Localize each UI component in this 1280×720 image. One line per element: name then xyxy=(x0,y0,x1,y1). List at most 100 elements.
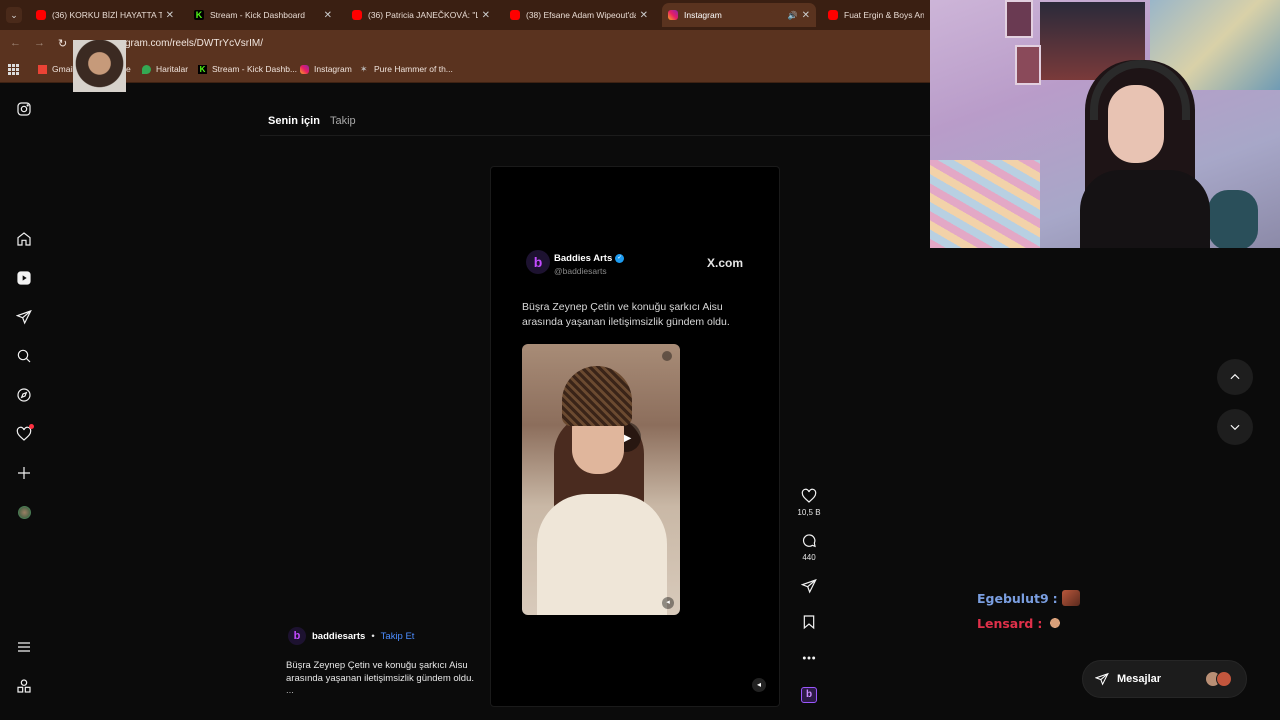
like-button[interactable]: 10,5 B xyxy=(796,488,822,517)
hammer-icon: ✶ xyxy=(360,63,368,74)
reels-icon[interactable] xyxy=(16,270,32,286)
tab-title: (38) Efsane Adam Wipeout'dan xyxy=(526,10,636,20)
tab-title: Instagram xyxy=(684,10,722,20)
media-volume-icon: ◂ xyxy=(662,597,674,609)
streamer-facecam xyxy=(930,0,1280,248)
tab-following[interactable]: Takip xyxy=(330,115,356,127)
send-icon xyxy=(1095,672,1109,686)
url-field[interactable]: gram.com/reels/DWTrYcVsrIM/ xyxy=(125,38,263,49)
maps-icon xyxy=(142,64,151,74)
search-icon[interactable] xyxy=(16,348,32,364)
bookmark-kick[interactable]: K Stream - Kick Dashb... xyxy=(198,64,297,74)
more-options-button[interactable] xyxy=(796,650,822,669)
more-menu-icon[interactable] xyxy=(16,639,32,655)
bookmark-label: Stream - Kick Dashb... xyxy=(212,64,298,74)
tweet-author-name: Baddies Arts ✓ xyxy=(554,253,625,264)
close-tab-icon[interactable]: ✕ xyxy=(482,10,490,21)
audio-account-thumbnail[interactable]: b xyxy=(801,687,817,703)
tweet-video-thumbnail xyxy=(522,344,680,615)
instagram-logo-icon[interactable] xyxy=(16,101,32,117)
chat-username: Lensard xyxy=(977,615,1034,631)
author-username[interactable]: baddiesarts xyxy=(312,631,365,642)
tab-title: (36) Patricia JANEČKOVÁ: "Les c xyxy=(368,10,478,20)
message-avatars xyxy=(1205,671,1232,687)
youtube-icon xyxy=(352,10,362,20)
instagram-icon xyxy=(300,64,309,74)
bookmark-maps[interactable]: Haritalar xyxy=(142,64,188,74)
previous-reel-button[interactable] xyxy=(1217,359,1253,395)
tab-search-button[interactable]: ⌄ xyxy=(6,7,22,23)
bookmark-e[interactable]: e xyxy=(126,64,131,74)
notifications-heart-icon[interactable] xyxy=(16,424,34,442)
youtube-icon xyxy=(36,10,46,20)
verified-badge-icon: ✓ xyxy=(615,254,625,263)
direct-messages-icon[interactable] xyxy=(16,309,32,325)
tab-kick-dashboard[interactable]: K Stream - Kick Dashboard ✕ xyxy=(188,3,338,27)
tab-korku[interactable]: (36) KORKU BİZİ HAYATTA TUTA ✕ xyxy=(30,3,180,27)
apps-grid-icon[interactable] xyxy=(8,64,19,75)
caption-more-button[interactable]: ... xyxy=(286,685,294,696)
caption-header: b baddiesarts • Takip Et xyxy=(288,627,414,645)
bookmark-label: Haritalar xyxy=(156,64,189,74)
next-reel-button[interactable] xyxy=(1217,409,1253,445)
author-avatar[interactable]: b xyxy=(288,627,306,645)
bookmark-label: Gmail xyxy=(52,64,75,74)
kick-icon: K xyxy=(198,64,207,74)
back-icon[interactable]: ← xyxy=(10,37,21,49)
bookmark-label: Pure Hammer of th... xyxy=(374,64,453,74)
small-facecam-overlay xyxy=(73,40,126,92)
bookmark-label: e xyxy=(126,64,131,74)
chat-separator: : xyxy=(1037,615,1043,631)
profile-avatar[interactable] xyxy=(16,504,32,520)
meta-apps-icon[interactable] xyxy=(16,678,32,694)
explore-icon[interactable] xyxy=(16,387,32,403)
youtube-icon xyxy=(510,10,520,20)
follow-button[interactable]: Takip Et xyxy=(381,631,415,642)
bookmark-gmail[interactable]: Gmail xyxy=(38,64,74,74)
mute-toggle-icon[interactable]: ◂ xyxy=(752,678,766,692)
comment-button[interactable]: 440 xyxy=(796,533,822,562)
messages-button[interactable]: Mesajlar xyxy=(1082,660,1247,698)
save-button[interactable] xyxy=(796,614,822,633)
tweet-text: Büşra Zeynep Çetin ve konuğu şarkıcı Ais… xyxy=(522,301,730,328)
instagram-icon xyxy=(668,10,678,20)
chevron-down-icon xyxy=(1230,424,1240,431)
close-tab-icon[interactable]: ✕ xyxy=(324,10,332,21)
tab-patricia[interactable]: (36) Patricia JANEČKOVÁ: "Les c ✕ xyxy=(346,3,496,27)
stream-chat-message: Egebulut9 : xyxy=(977,590,1080,606)
tab-fuat-ergin[interactable]: Fuat Ergin & Boys Anılar xyxy=(822,3,930,27)
home-icon[interactable] xyxy=(16,231,32,247)
chat-emote-icon xyxy=(1046,615,1065,631)
close-tab-icon[interactable]: ✕ xyxy=(166,10,174,21)
close-tab-icon[interactable]: ✕ xyxy=(640,10,648,21)
youtube-icon xyxy=(828,10,838,20)
tab-title: Stream - Kick Dashboard xyxy=(210,10,305,20)
ellipsis-icon xyxy=(802,656,816,660)
tab-for-you[interactable]: Senin için xyxy=(268,115,320,127)
comment-icon xyxy=(802,534,816,548)
create-plus-icon[interactable] xyxy=(16,465,32,481)
avatar xyxy=(17,505,31,519)
tab-efsane-adam[interactable]: (38) Efsane Adam Wipeout'dan ✕ xyxy=(504,3,654,27)
send-icon xyxy=(800,578,817,594)
close-tab-icon[interactable]: ✕ xyxy=(802,10,810,21)
bookmark-pure-hammer[interactable]: ✶ Pure Hammer of th... xyxy=(360,64,453,74)
bookmarks-bar xyxy=(0,57,930,83)
like-count: 10,5 B xyxy=(797,508,821,517)
tab-title: (36) KORKU BİZİ HAYATTA TUTA xyxy=(52,10,162,20)
chat-emote-icon xyxy=(1061,590,1080,606)
chevron-up-icon xyxy=(1230,373,1240,380)
tweet-author-avatar: b xyxy=(526,250,550,274)
tab-instagram[interactable]: Instagram 🔊 ✕ xyxy=(662,3,816,27)
forward-icon[interactable]: → xyxy=(34,37,45,49)
tweet-author-name-text: Baddies Arts xyxy=(554,253,613,264)
reload-icon[interactable]: ↻ xyxy=(58,37,67,50)
bookmark-label: Instagram xyxy=(314,64,352,74)
separator-dot: • xyxy=(371,630,375,642)
speaker-icon[interactable]: 🔊 xyxy=(788,11,798,20)
avatar xyxy=(1216,671,1232,687)
share-button[interactable] xyxy=(796,578,822,597)
comment-count: 440 xyxy=(802,553,816,562)
bookmark-instagram[interactable]: Instagram xyxy=(300,64,352,74)
x-com-logo: X.com xyxy=(707,256,744,270)
